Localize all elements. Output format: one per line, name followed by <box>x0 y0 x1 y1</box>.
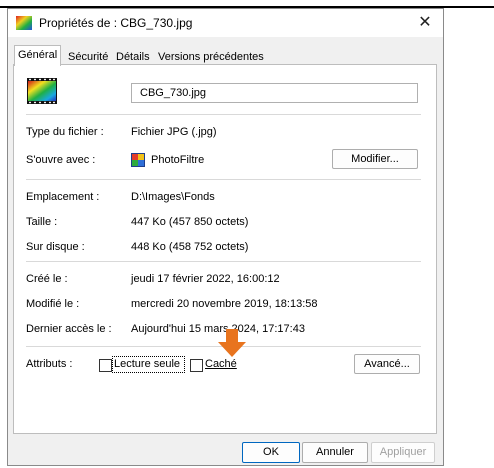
location-value: D:\Images\Fonds <box>131 191 215 203</box>
photofiltre-app-icon <box>131 153 145 167</box>
size-on-disk-value: 448 Ko (458 752 octets) <box>131 241 249 253</box>
image-file-icon <box>16 16 32 30</box>
separator <box>26 179 421 180</box>
properties-dialog: Propriétés de : CBG_730.jpg ✕ Général Sé… <box>7 8 444 466</box>
created-label: Créé le : <box>26 273 68 285</box>
separator <box>26 261 421 262</box>
type-label: Type du fichier : <box>26 126 104 138</box>
location-label: Emplacement : <box>26 191 100 203</box>
readonly-checkbox[interactable] <box>99 359 112 372</box>
file-name-input[interactable]: CBG_730.jpg <box>131 83 418 103</box>
attributes-label: Attributs : <box>26 358 73 370</box>
opens-with-label: S'ouvre avec : <box>26 154 96 166</box>
hidden-checkbox[interactable] <box>190 359 203 372</box>
size-label: Taille : <box>26 216 58 228</box>
separator <box>26 114 421 115</box>
created-value: jeudi 17 février 2022, 16:00:12 <box>131 273 280 285</box>
ok-button[interactable]: OK <box>242 442 300 463</box>
opens-with-app: PhotoFiltre <box>151 154 205 166</box>
hidden-label[interactable]: Caché <box>205 358 237 370</box>
tab-general[interactable]: Général <box>14 45 62 66</box>
modified-label: Modifié le : <box>26 298 80 310</box>
advanced-button[interactable]: Avancé... <box>354 354 420 374</box>
change-app-button[interactable]: Modifier... <box>332 149 418 169</box>
apply-button[interactable]: Appliquer <box>371 442 435 463</box>
size-value: 447 Ko (457 850 octets) <box>131 216 249 228</box>
modified-value: mercredi 20 novembre 2019, 18:13:58 <box>131 298 318 310</box>
image-file-icon <box>27 78 57 104</box>
type-value: Fichier JPG (.jpg) <box>131 126 217 138</box>
size-on-disk-label: Sur disque : <box>26 241 85 253</box>
readonly-label[interactable]: Lecture seule <box>114 358 180 370</box>
accessed-label: Dernier accès le : <box>26 323 112 335</box>
close-button[interactable]: ✕ <box>411 11 439 35</box>
general-panel: CBG_730.jpg Type du fichier : Fichier JP… <box>13 64 437 434</box>
title-bar: Propriétés de : CBG_730.jpg ✕ <box>8 9 443 37</box>
window-title: Propriétés de : CBG_730.jpg <box>39 16 193 30</box>
arrow-down-icon <box>218 329 246 357</box>
cancel-button[interactable]: Annuler <box>302 442 368 463</box>
